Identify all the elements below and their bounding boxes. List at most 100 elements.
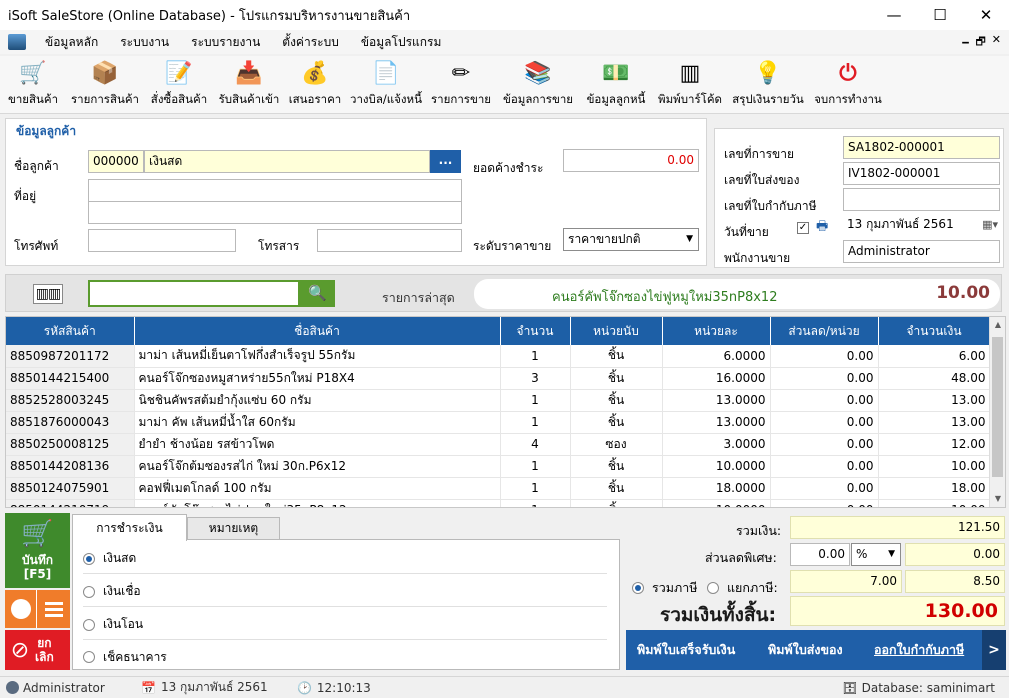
save-button[interactable]: 🛒 บันทึก [F5] — [5, 513, 70, 588]
toolbar-bulb-button[interactable]: 💡 สรุปเงินรายวัน — [728, 55, 808, 109]
toolbar-order-button[interactable]: 📝 สั่งซื้อสินค้า — [144, 55, 214, 109]
close-button[interactable]: ✕ — [963, 0, 1009, 30]
cell-amount[interactable]: 10.00 — [878, 499, 991, 507]
cell-name[interactable]: มาม่า เส้นหมี่เย็นตาโฟกึ่งสำเร็จรูป 55กร… — [134, 345, 501, 368]
cell-qty[interactable]: 1 — [500, 345, 571, 368]
radio-vat-excluded[interactable] — [707, 582, 719, 594]
cell-price[interactable]: 10.0000 — [662, 455, 771, 478]
vat-excluded-option[interactable]: แยกภาษี: — [707, 578, 778, 598]
cell-code[interactable]: 8850124075901 — [6, 477, 135, 500]
cell-price[interactable]: 6.0000 — [662, 345, 771, 368]
cell-code[interactable]: 8850987201172 — [6, 345, 135, 368]
toolbar-cart-button[interactable]: 🛒 ขายสินค้า — [0, 55, 66, 109]
toolbar-power-button[interactable]: ⏻ จบการทำงาน — [808, 55, 888, 109]
cell-unit[interactable]: ชิ้น — [570, 499, 663, 507]
toolbar-sales-list-button[interactable]: ✏ รายการขาย — [426, 55, 496, 109]
cell-price[interactable]: 18.0000 — [662, 477, 771, 500]
cell-code[interactable]: 8852528003245 — [6, 389, 135, 412]
cell-unit[interactable]: ชิ้น — [570, 455, 663, 478]
cell-discount[interactable]: 0.00 — [770, 367, 879, 390]
cell-code[interactable]: 8850250008125 — [6, 433, 135, 456]
barcode-input[interactable] — [88, 280, 300, 307]
cell-price[interactable]: 13.0000 — [662, 389, 771, 412]
cell-code[interactable]: 8850144210719 — [6, 499, 135, 507]
col-header-discount[interactable]: ส่วนลด/หน่วย — [770, 317, 879, 345]
sale-date-picker[interactable]: 13 กุมภาพันธ์ 2561 ▦▾ — [843, 214, 1000, 237]
cell-discount[interactable]: 0.00 — [770, 433, 879, 456]
cell-amount[interactable]: 10.00 — [878, 455, 991, 478]
toolbar-debtor-button[interactable]: 💵 ข้อมูลลูกหนี้ — [580, 55, 652, 109]
cell-name[interactable]: คอฟฟี่เมตโกลด์ 100 กรัม — [134, 477, 501, 500]
scroll-up-icon[interactable]: ▲ — [990, 317, 1005, 333]
col-header-name[interactable]: ชื่อสินค้า — [134, 317, 501, 345]
cell-qty[interactable]: 1 — [500, 477, 571, 500]
toolbar-quote-button[interactable]: 💰 เสนอราคา — [284, 55, 346, 109]
tab-payment[interactable]: การชำระเงิน — [72, 514, 187, 541]
menu-reports[interactable]: ระบบรายงาน — [180, 33, 271, 52]
tax-no-field[interactable] — [843, 188, 1000, 211]
menu-system[interactable]: ระบบงาน — [109, 33, 180, 52]
cell-name[interactable]: คนอร์คัพโจ๊กซองไข่ฟูหมูใหม่35nP8x12 — [134, 499, 501, 507]
customer-name-field[interactable]: เงินสด — [144, 150, 430, 173]
table-row[interactable]: 8850144208136 คนอร์โจ๊กต้มซองรสไก่ ใหม่ 3… — [6, 455, 991, 478]
issue-tax-invoice-button[interactable]: ออกใบกำกับภาษี — [874, 640, 982, 660]
mdi-close-icon[interactable]: ✕ — [992, 33, 1001, 52]
cell-discount[interactable]: 0.00 — [770, 499, 879, 507]
toolbar-barcode-button[interactable]: ▥ พิมพ์บาร์โค้ด — [652, 55, 728, 109]
cell-discount[interactable]: 0.00 — [770, 455, 879, 478]
cell-code[interactable]: 8850144208136 — [6, 455, 135, 478]
cell-price[interactable]: 13.0000 — [662, 411, 771, 434]
toolbar-books-button[interactable]: 📚 ข้อมูลการขาย — [496, 55, 580, 109]
toolbar-invoice-button[interactable]: 📄 วางบิล/แจ้งหนี้ — [346, 55, 426, 109]
cell-name[interactable]: มาม่า คัพ เส้นหมี่น้ำใส 60กรัม — [134, 411, 501, 434]
cell-name[interactable]: นิชชินคัพรสต้มยำกุ้งแซ่บ 60 กรัม — [134, 389, 501, 412]
toolbar-receive-button[interactable]: 📥 รับสินค้าเข้า — [214, 55, 284, 109]
menu-settings[interactable]: ตั้งค่าระบบ — [271, 33, 350, 52]
mdi-minimize-icon[interactable]: 🗕 — [962, 33, 970, 52]
cell-amount[interactable]: 6.00 — [878, 345, 991, 368]
payment-option-credit[interactable]: เงินเชื่อ — [83, 577, 607, 607]
extra-options-button[interactable] — [5, 590, 70, 628]
cell-name[interactable]: ยำยำ ช้างน้อย รสข้าวโพด — [134, 433, 501, 456]
fax-input[interactable] — [317, 229, 462, 252]
cell-qty[interactable]: 1 — [500, 455, 571, 478]
col-header-price[interactable]: หน่วยละ — [662, 317, 771, 345]
date-checkbox[interactable]: ✓ — [797, 222, 809, 234]
toolbar-box-button[interactable]: 📦 รายการสินค้า — [66, 55, 144, 109]
payment-option-cheque[interactable]: เช็คธนาคาร — [83, 642, 607, 672]
menu-about[interactable]: ข้อมูลโปรแกรม — [350, 33, 453, 52]
table-row[interactable]: 8850250008125 ยำยำ ช้างน้อย รสข้าวโพด 4 ซอง… — [6, 433, 991, 456]
cell-price[interactable]: 3.0000 — [662, 433, 771, 456]
cell-unit[interactable]: ซอง — [570, 433, 663, 456]
address-line1-input[interactable] — [88, 179, 462, 202]
cell-name[interactable]: คนอร์โจ๊กซองหมูสาหร่าย55กใหม่ P18X4 — [134, 367, 501, 390]
tab-notes[interactable]: หมายเหตุ — [187, 517, 280, 540]
cell-unit[interactable]: ชิ้น — [570, 367, 663, 390]
price-level-select[interactable]: ราคาขายปกติ ▼ — [563, 228, 699, 251]
cell-amount[interactable]: 12.00 — [878, 433, 991, 456]
cell-price[interactable]: 16.0000 — [662, 367, 771, 390]
more-actions-button[interactable]: > — [982, 630, 1006, 670]
cell-qty[interactable]: 1 — [500, 411, 571, 434]
table-row[interactable]: 8850144215400 คนอร์โจ๊กซองหมูสาหร่าย55กให… — [6, 367, 991, 390]
cell-discount[interactable]: 0.00 — [770, 477, 879, 500]
scroll-down-icon[interactable]: ▼ — [990, 491, 1005, 507]
cell-amount[interactable]: 48.00 — [878, 367, 991, 390]
print-delivery-button[interactable]: พิมพ์ใบส่งของ — [768, 640, 874, 660]
barcode-icon[interactable]: ▥▥ — [33, 284, 63, 304]
table-row[interactable]: 8850144210719คนอร์คัพโจ๊กซองไข่ฟูหมูใหม่… — [6, 499, 991, 507]
sale-no-field[interactable]: SA1802-000001 — [843, 136, 1000, 159]
radio-vat-included[interactable] — [632, 582, 644, 594]
radio-transfer[interactable] — [83, 618, 95, 631]
cell-qty[interactable]: 1 — [500, 389, 571, 412]
radio-cheque[interactable] — [83, 651, 95, 663]
cancel-button[interactable]: ⊘ ยก เลิก — [5, 630, 70, 670]
cell-unit[interactable]: ชิ้น — [570, 411, 663, 434]
payment-option-cash[interactable]: เงินสด — [83, 544, 607, 574]
menu-master-data[interactable]: ข้อมูลหลัก — [34, 33, 109, 52]
cell-qty[interactable]: 3 — [500, 367, 571, 390]
cell-unit[interactable]: ชิ้น — [570, 389, 663, 412]
staff-field[interactable]: Administrator — [843, 240, 1000, 263]
grid-scrollbar[interactable]: ▲ ▼ — [989, 317, 1005, 507]
calendar-icon[interactable]: ▦▾ — [982, 214, 998, 235]
